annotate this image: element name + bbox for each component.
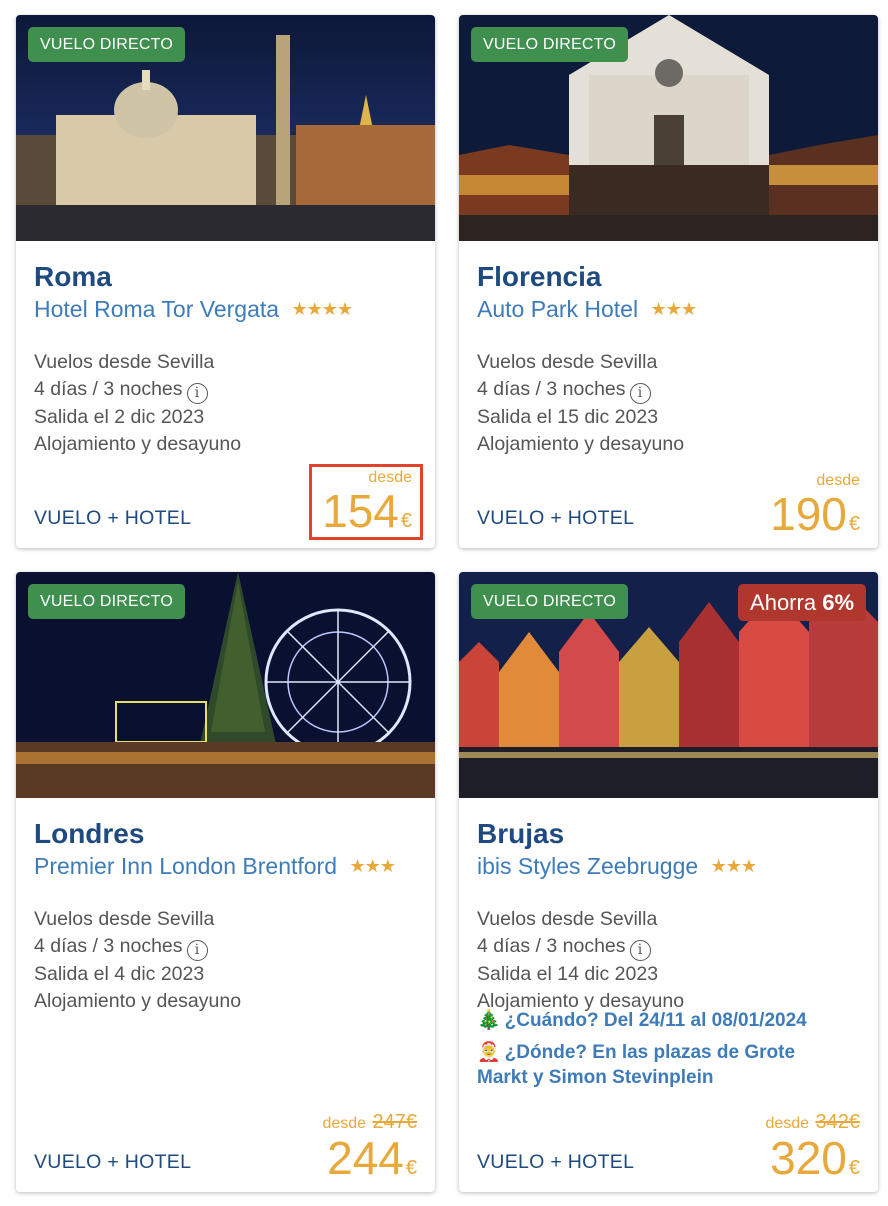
promo-where: ¿Dónde? En las plazas de Grote Markt y S…	[477, 1042, 796, 1088]
trip-duration: 4 días / 3 noches	[34, 378, 183, 400]
price-amount: 154	[322, 485, 399, 537]
destination-photo[interactable]: VUELO DIRECTO Ahorra 6%	[459, 572, 878, 798]
star-rating-icon: ★★★	[710, 856, 757, 876]
promo-when: ¿Cuándo? Del 24/11 al 08/01/2024	[504, 1010, 807, 1031]
offer-card-brujas[interactable]: VUELO DIRECTO Ahorra 6% Brujas ibis Styl…	[459, 572, 878, 1192]
price-box[interactable]: desde 342€ 320 €	[765, 1111, 860, 1182]
currency-symbol: €	[848, 513, 860, 535]
departure-city: Vuelos desde Sevilla	[34, 351, 215, 373]
discount-percent: 6%	[822, 590, 854, 615]
destination-city[interactable]: Roma	[34, 261, 112, 293]
info-icon[interactable]: i	[629, 940, 651, 961]
destination-photo[interactable]: VUELO DIRECTO	[459, 15, 878, 241]
trip-duration: 4 días / 3 noches	[34, 935, 183, 957]
departure-date: Salida el 15 dic 2023	[477, 406, 659, 428]
board-type: Alojamiento y desayuno	[34, 433, 242, 455]
info-icon[interactable]: i	[629, 383, 651, 404]
price-from-label: desde	[322, 1115, 367, 1132]
departure-date: Salida el 14 dic 2023	[477, 963, 659, 985]
price-amount: 320	[770, 1132, 847, 1184]
discount-badge: Ahorra 6%	[738, 584, 866, 621]
trip-duration: 4 días / 3 noches	[477, 378, 626, 400]
currency-symbol: €	[848, 1157, 860, 1179]
destination-photo[interactable]: VUELO DIRECTO	[16, 572, 435, 798]
offer-card-roma[interactable]: VUELO DIRECTO Roma Hotel Roma Tor Vergat…	[16, 15, 435, 548]
currency-symbol: €	[405, 1157, 417, 1179]
star-rating-icon: ★★★	[650, 299, 697, 319]
trip-details: Vuelos desde Sevilla 4 días / 3 noches i …	[34, 349, 241, 458]
discount-label: Ahorra	[750, 590, 817, 615]
mrs-claus-icon: 🤶	[477, 1042, 501, 1063]
trip-details: Vuelos desde Sevilla 4 días / 3 noches i …	[477, 906, 684, 1015]
event-promo: 🎄 ¿Cuándo? Del 24/11 al 08/01/2024 🤶 ¿Dónd…	[477, 1008, 837, 1097]
destination-city[interactable]: Florencia	[477, 261, 601, 293]
departure-date: Salida el 2 dic 2023	[34, 406, 205, 428]
board-type: Alojamiento y desayuno	[477, 433, 685, 455]
info-icon[interactable]: i	[186, 383, 208, 404]
star-rating-icon: ★★★	[349, 856, 395, 876]
departure-city: Vuelos desde Sevilla	[477, 351, 658, 373]
price-box[interactable]: desde 247€ 244 €	[322, 1111, 417, 1182]
destination-photo[interactable]: VUELO DIRECTO	[16, 15, 435, 241]
old-price: 342€	[815, 1111, 861, 1133]
departure-city: Vuelos desde Sevilla	[477, 908, 658, 930]
hotel-name-link[interactable]: Hotel Roma Tor Vergata	[34, 296, 279, 322]
price-from-label: desde	[765, 1115, 810, 1132]
product-type: VUELO + HOTEL	[34, 507, 192, 529]
direct-flight-badge: VUELO DIRECTO	[28, 27, 185, 62]
offer-card-florencia[interactable]: VUELO DIRECTO Florencia Auto Park Hotel …	[459, 15, 878, 548]
price-amount: 190	[770, 488, 847, 540]
direct-flight-badge: VUELO DIRECTO	[28, 584, 185, 619]
currency-symbol: €	[400, 510, 412, 532]
old-price: 247€	[372, 1111, 418, 1133]
price-box[interactable]: desde 154 €	[309, 464, 423, 540]
product-type: VUELO + HOTEL	[34, 1151, 192, 1173]
departure-date: Salida el 4 dic 2023	[34, 963, 205, 985]
destination-city[interactable]: Londres	[34, 818, 144, 850]
info-icon[interactable]: i	[186, 940, 208, 961]
offer-card-londres[interactable]: VUELO DIRECTO Londres Premier Inn London…	[16, 572, 435, 1192]
hotel-name-link[interactable]: Auto Park Hotel	[477, 296, 638, 322]
board-type: Alojamiento y desayuno	[34, 990, 242, 1012]
hotel-name-link[interactable]: Premier Inn London Brentford	[34, 853, 337, 879]
destination-city[interactable]: Brujas	[477, 818, 564, 850]
trip-details: Vuelos desde Sevilla 4 días / 3 noches i …	[34, 906, 241, 1015]
product-type: VUELO + HOTEL	[477, 1151, 635, 1173]
price-box[interactable]: desde 190 €	[770, 472, 860, 538]
price-amount: 244	[327, 1132, 404, 1184]
star-rating-icon: ★★★★	[291, 299, 354, 319]
departure-city: Vuelos desde Sevilla	[34, 908, 215, 930]
direct-flight-badge: VUELO DIRECTO	[471, 27, 628, 62]
hotel-name-link[interactable]: ibis Styles Zeebrugge	[477, 853, 698, 879]
direct-flight-badge: VUELO DIRECTO	[471, 584, 628, 619]
trip-details: Vuelos desde Sevilla 4 días / 3 noches i …	[477, 349, 684, 458]
trip-duration: 4 días / 3 noches	[477, 935, 626, 957]
christmas-tree-icon: 🎄	[477, 1010, 501, 1031]
product-type: VUELO + HOTEL	[477, 507, 635, 529]
